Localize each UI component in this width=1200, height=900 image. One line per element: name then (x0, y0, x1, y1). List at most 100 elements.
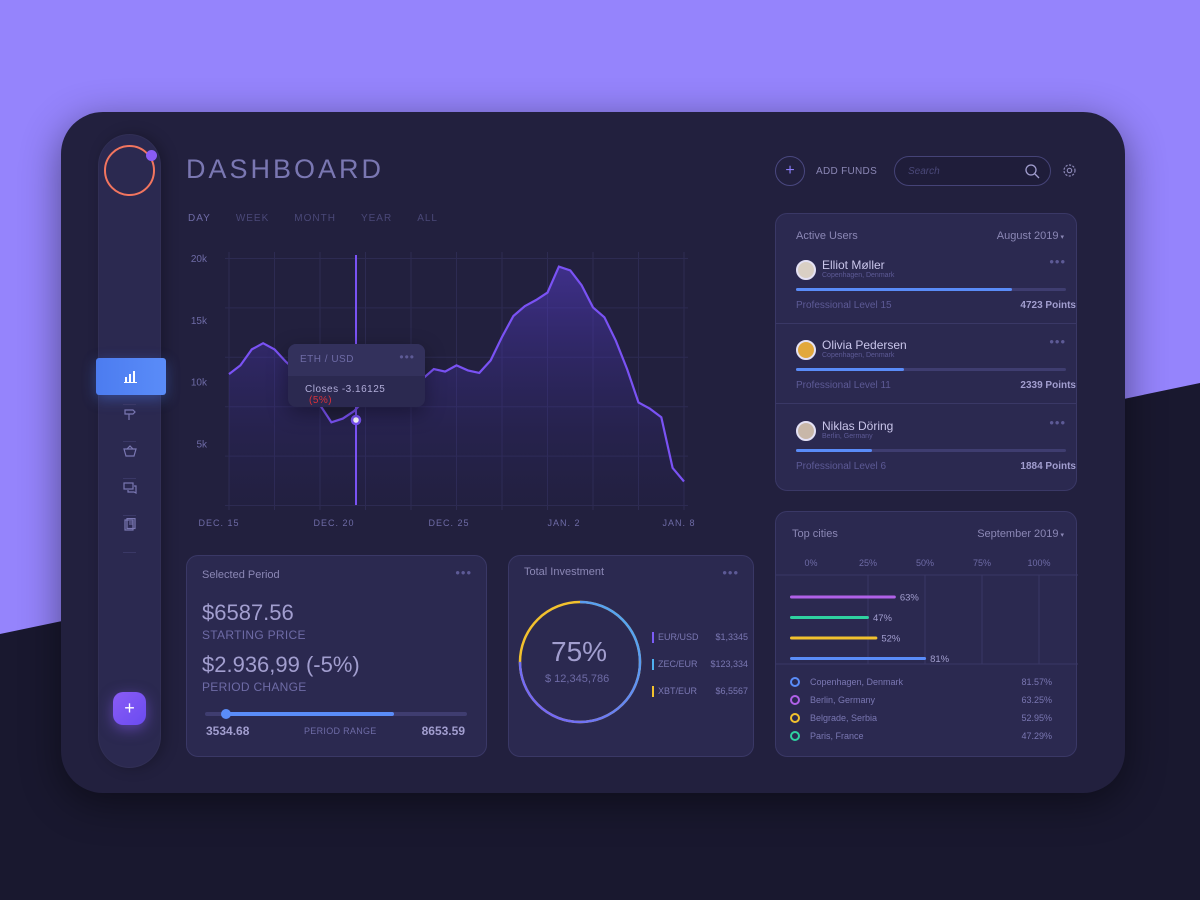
search-input[interactable]: Search (894, 156, 1051, 186)
tooltip-close-value: Closes -3.16125 (305, 384, 386, 395)
city-bar-label: 81% (930, 654, 950, 665)
card-title: Top cities (792, 528, 838, 540)
crosshair-point[interactable] (350, 414, 362, 426)
sidebar-item-clipboard[interactable] (98, 506, 161, 543)
city-name: Paris, France (810, 731, 864, 741)
sidebar-item-chat[interactable] (98, 469, 161, 506)
currency-pair: EUR/USD $1,3345 (652, 632, 748, 644)
city-marker (790, 695, 800, 705)
more-icon[interactable]: ••• (455, 565, 472, 580)
period-value: August 2019 (996, 230, 1059, 242)
logo-dot (146, 150, 157, 161)
active-users-card: Active Users August 2019 ▾ Elliot Møller… (775, 213, 1077, 491)
period-dropdown[interactable]: August 2019 ▾ (997, 230, 1064, 242)
more-icon[interactable]: ••• (722, 565, 739, 580)
sidebar-item-dashboard[interactable] (96, 358, 166, 395)
total-investment-card: Total Investment ••• 75% $ 12,345,786 EU… (508, 555, 754, 757)
chevron-down-icon: ▾ (1058, 234, 1064, 241)
investment-amount: $ 12,345,786 (545, 673, 610, 685)
tab-day[interactable]: DAY (188, 213, 211, 224)
tab-month[interactable]: MONTH (294, 213, 336, 224)
city-marker (790, 713, 800, 723)
user-progress (796, 449, 1066, 452)
city-bar-label: 47% (873, 613, 893, 624)
add-funds-button[interactable]: + (775, 156, 805, 186)
add-funds-label[interactable]: ADD FUNDS (816, 166, 877, 177)
y-tick-label: 15k (191, 316, 208, 327)
plus-icon: + (124, 698, 135, 718)
city-bar (790, 616, 869, 619)
user-location: Copenhagen, Denmark (822, 352, 895, 359)
city-bar (790, 595, 896, 599)
time-range-tabs: DAY WEEK MONTH YEAR ALL (188, 213, 463, 224)
period-range-slider[interactable] (205, 709, 467, 719)
tab-year[interactable]: YEAR (361, 213, 392, 224)
tooltip-pair: ETH / USD (300, 354, 354, 365)
chevron-down-icon: ▾ (1058, 532, 1064, 539)
range-handle[interactable] (220, 709, 231, 719)
top-cities-card: Top cities September 2019 ▾ 0% 25% 50% 75% 1… (775, 511, 1078, 757)
user-progress (796, 368, 1066, 371)
x-tick-label: JAN. 8 (662, 518, 695, 528)
more-icon[interactable]: ••• (399, 350, 415, 364)
pair-value: $6,5567 (715, 686, 748, 696)
user-points: 4723 Points (1020, 300, 1076, 311)
pair-value: $123,334 (710, 659, 748, 669)
dashboard-window: + DASHBOARD DAY WEEK MONTH YEAR ALL + AD… (61, 112, 1125, 793)
bar-chart-icon (124, 371, 137, 383)
period-dropdown[interactable]: September 2019 ▾ (977, 528, 1064, 540)
add-fab-button[interactable]: + (113, 692, 146, 725)
user-row[interactable]: Elliot Møller Copenhagen, Denmark ••• Pr… (776, 250, 1076, 330)
city-marker (790, 731, 800, 741)
clipboard-icon (123, 518, 136, 531)
user-level: Professional Level 6 (796, 461, 887, 472)
range-fill (225, 712, 394, 716)
chart-tooltip: ETH / USD ••• Closes -3.16125 (5%) (288, 344, 425, 407)
more-icon[interactable]: ••• (1049, 334, 1066, 349)
starting-price-label: STARTING PRICE (202, 628, 306, 642)
y-tick-label: 5k (196, 439, 208, 450)
axis-tick-label: 100% (1027, 558, 1050, 568)
range-label: PERIOD RANGE (304, 726, 377, 736)
tooltip-change: (5%) (309, 395, 333, 406)
user-progress (796, 288, 1066, 291)
card-title: Selected Period (202, 569, 280, 581)
currency-pair: ZEC/EUR $123,334 (652, 659, 748, 671)
y-tick-label: 20k (191, 254, 208, 265)
user-name: Elliot Møller (822, 258, 885, 272)
user-points: 2339 Points (1020, 380, 1076, 391)
more-icon[interactable]: ••• (1049, 254, 1066, 269)
period-value: September 2019 (977, 528, 1059, 540)
city-name: Berlin, Germany (810, 695, 876, 705)
nav-divider (123, 552, 136, 553)
tab-all[interactable]: ALL (417, 213, 438, 224)
user-location: Berlin, Germany (822, 433, 873, 440)
search-icon[interactable] (1025, 164, 1040, 179)
signpost-icon (124, 409, 136, 420)
axis-tick-label: 25% (859, 558, 877, 568)
x-tick-label: DEC. 20 (313, 518, 354, 528)
selected-period-card: Selected Period ••• $6587.56 STARTING PR… (186, 555, 487, 757)
user-level: Professional Level 15 (796, 300, 892, 311)
user-row[interactable]: Niklas Döring Berlin, Germany ••• Profes… (776, 411, 1076, 491)
period-change-label: PERIOD CHANGE (202, 680, 307, 694)
pair-name: EUR/USD (658, 632, 699, 642)
range-min: 3534.68 (206, 724, 250, 738)
sidebar-item-signpost[interactable] (98, 396, 161, 433)
axis-tick-label: 75% (973, 558, 991, 568)
cities-bar-chart: 0% 25% 50% 75% 100% 63% 47% 52% 81% (776, 558, 1078, 665)
x-tick-label: DEC. 15 (198, 518, 239, 528)
tab-week[interactable]: WEEK (236, 213, 269, 224)
sidebar-item-basket[interactable] (98, 432, 161, 469)
gear-icon[interactable] (1062, 163, 1077, 178)
city-name: Copenhagen, Denmark (810, 677, 904, 687)
user-name: Niklas Döring (822, 419, 894, 433)
basket-icon (122, 444, 137, 457)
more-icon[interactable]: ••• (1049, 415, 1066, 430)
user-row[interactable]: Olivia Pedersen Copenhagen, Denmark ••• … (776, 330, 1076, 410)
pair-value: $1,3345 (715, 632, 748, 642)
divider (776, 403, 1076, 404)
city-value: 47.29% (1021, 731, 1052, 741)
city-name: Belgrade, Serbia (810, 713, 878, 723)
city-bar (790, 636, 878, 640)
